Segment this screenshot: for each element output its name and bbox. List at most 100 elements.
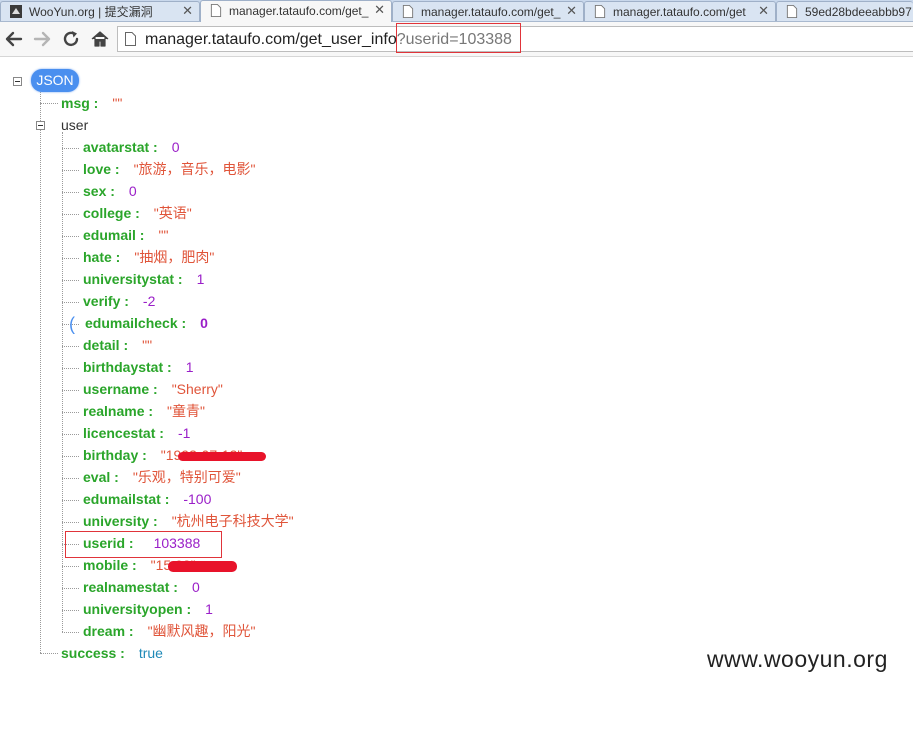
tab-title: manager.tataufo.com/get_ [229,4,369,18]
json-key: msg : [61,95,99,111]
json-value: 1 [185,359,194,375]
json-value: -1 [177,425,191,441]
tree-guide-line [40,653,58,654]
json-row-field: edumailstat : -100 [83,489,211,509]
json-row-field: college : "英语" [83,203,192,223]
json-key: college : [83,205,140,221]
collapse-user-toggle[interactable] [36,121,45,130]
wooyun-logo-icon [10,5,22,18]
tab-title: manager.tataufo.com/get [613,5,746,19]
hover-bracket-icon: ( [69,314,75,334]
close-icon[interactable]: ✕ [182,4,193,18]
tab-title: WooYun.org | 提交漏洞 [29,5,153,19]
json-key: realnamestat : [83,579,178,595]
json-row-field: love : "旅游，音乐，电影" [83,159,256,179]
userid-highlight-box [65,531,222,558]
json-value: "" [112,95,123,111]
tab-wooyun[interactable]: WooYun.org | 提交漏洞 ✕ [0,1,200,21]
json-key: eval : [83,469,119,485]
json-value: 0 [191,579,200,595]
json-key: dream : [83,623,134,639]
tree-guide-line [62,302,79,303]
json-row-field: sex : 0 [83,181,137,201]
tree-guide-line [40,86,41,653]
page-icon [786,5,798,18]
json-value: "乐观，特别可爱" [132,469,241,485]
close-icon[interactable]: ✕ [566,4,577,18]
json-key: success : [61,645,125,661]
json-value: "" [158,227,169,243]
json-value: "" [142,337,153,353]
json-row-field: eval : "乐观，特别可爱" [83,467,241,487]
json-key: universitystat : [83,271,183,287]
json-row-success: success : true [61,643,163,663]
tree-guide-line [62,132,63,632]
json-value: "英语" [153,205,192,221]
json-row-field: licencestat : -1 [83,423,190,443]
json-row-field: hate : "抽烟，肥肉" [83,247,214,267]
json-row-field: realname : "童青" [83,401,205,421]
tab-title: manager.tataufo.com/get_ [421,5,561,19]
watermark: www.wooyun.org [707,646,888,672]
json-row-field: edumailcheck : 0 [85,313,208,333]
json-row-field: realnamestat : 0 [83,577,200,597]
home-icon[interactable] [89,28,111,50]
json-value: 1 [205,601,213,617]
reload-icon[interactable] [60,28,82,50]
json-key: universityopen : [83,601,192,617]
json-value: 0 [128,183,137,199]
tree-guide-line [62,434,79,435]
tree-guide-line [62,258,79,259]
redaction-mark [178,452,266,461]
tab-hash[interactable]: 59ed28bdeeabbb97 [776,1,913,21]
json-row-field: university : "杭州电子科技大学" [83,511,294,531]
json-value: "抽烟，肥肉" [134,249,215,265]
tree-guide-line [62,456,79,457]
json-key: university : [83,513,158,529]
tab-get-user-info-active[interactable]: manager.tataufo.com/get_ ✕ [200,0,392,22]
json-key: licencestat : [83,425,164,441]
close-icon[interactable]: ✕ [758,4,769,18]
json-root-badge: JSON [31,69,79,92]
tree-guide-line [62,588,79,589]
close-icon[interactable]: ✕ [374,3,385,17]
json-row-field: avatarstat : 0 [83,137,180,157]
tab-get-user-info-2[interactable]: manager.tataufo.com/get_ ✕ [392,1,584,21]
tree-guide-line [62,478,79,479]
json-row-field: birthdaystat : 1 [83,357,193,377]
json-row-field: universityopen : 1 [83,599,213,619]
json-key: hate : [83,249,121,265]
page-icon [210,4,222,17]
tree-guide-line [62,236,79,237]
back-arrow-icon[interactable] [3,28,25,50]
json-key: edumail : [83,227,145,243]
tree-guide-line [62,192,79,193]
tree-guide-line [62,632,79,633]
json-key: realname : [83,403,154,419]
json-row-msg: msg : "" [61,93,122,113]
tree-guide-line [62,412,79,413]
tree-guide-line [62,280,79,281]
redaction-mark [168,561,237,572]
json-value: 0 [171,139,180,155]
json-row-field: universitystat : 1 [83,269,204,289]
tab-get-user-info-3[interactable]: manager.tataufo.com/get ✕ [584,1,776,21]
json-key: birthdaystat : [83,359,172,375]
json-value: 1 [196,271,205,287]
json-key: mobile : [83,557,137,573]
forward-arrow-icon[interactable] [31,28,53,50]
json-key: user [61,117,89,133]
page-icon [594,5,606,18]
tree-guide-line [40,103,58,104]
tree-guide-line [62,214,79,215]
url-query-highlight-box [396,23,521,53]
collapse-root-toggle[interactable] [13,77,22,86]
tree-guide-line [62,566,79,567]
tree-guide-line [62,148,79,149]
json-key: detail : [83,337,129,353]
json-key: username : [83,381,158,397]
json-value: 0 [200,315,208,331]
json-value: "杭州电子科技大学" [171,513,294,529]
json-row-field: edumail : "" [83,225,168,245]
json-row-field: dream : "幽默风趣，阳光" [83,621,256,641]
